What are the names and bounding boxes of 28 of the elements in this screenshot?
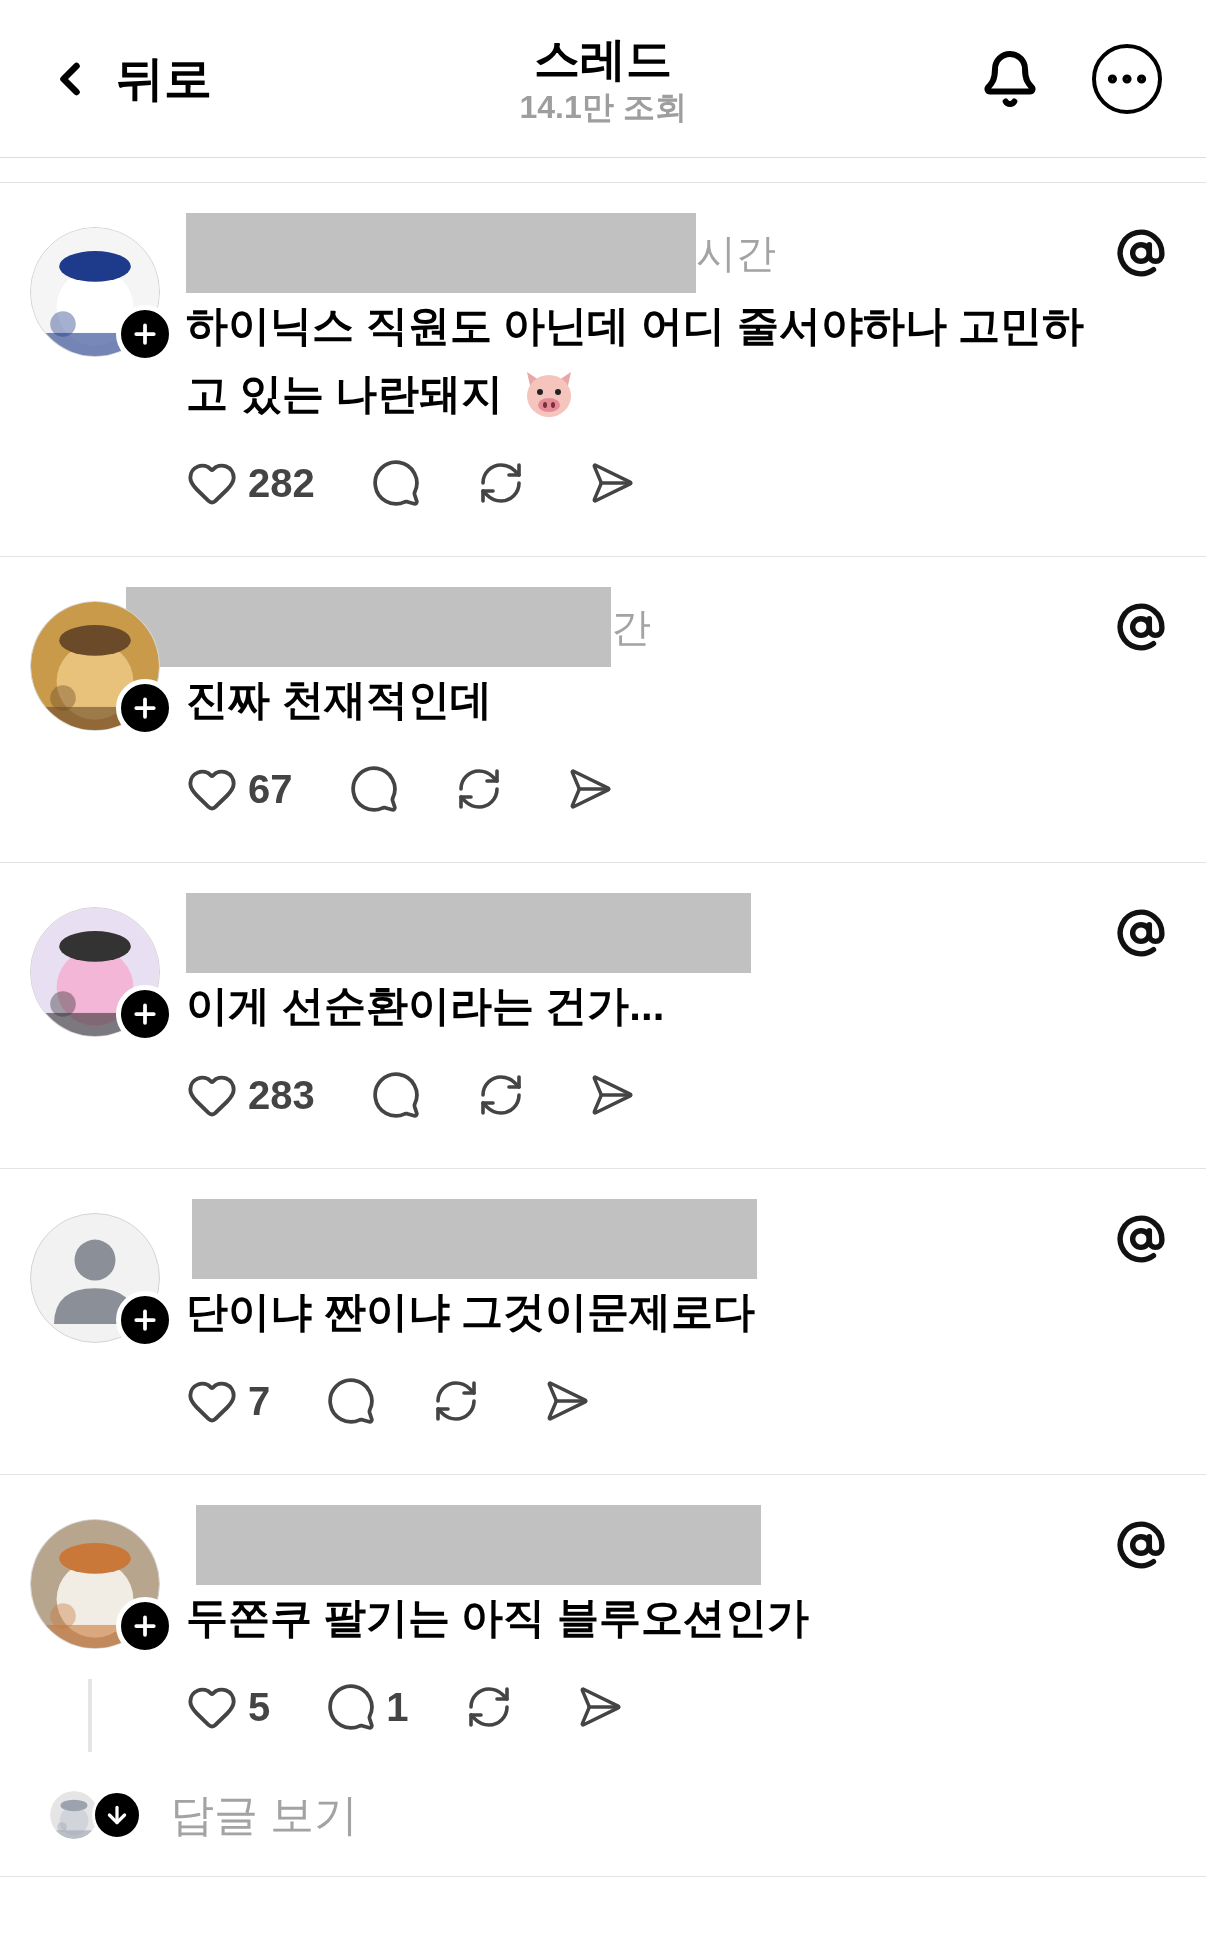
like-count: 282: [248, 460, 315, 507]
logo-icon[interactable]: [1116, 227, 1166, 278]
comment-icon[interactable]: [326, 1682, 377, 1732]
page-title: 스레드: [534, 31, 672, 87]
post-text: 단이냐 짠이냐 그것이문제로다: [186, 1287, 756, 1337]
post-text: 두쫀쿠 팔기는 아직 블루오션인가: [186, 1593, 809, 1643]
like-count: 283: [248, 1072, 315, 1119]
post-text: 이게 선순환이라는 건가...: [186, 981, 665, 1031]
back-button[interactable]: 뒤로: [44, 42, 344, 115]
comment-icon[interactable]: [370, 458, 421, 508]
logo-icon[interactable]: [1116, 1213, 1166, 1264]
like-count: 7: [248, 1378, 271, 1425]
comment-icon[interactable]: [326, 1376, 377, 1426]
logo-icon[interactable]: [1116, 1519, 1166, 1570]
comment-icon[interactable]: [348, 764, 399, 814]
comment-icon[interactable]: [370, 1070, 421, 1120]
reply-count: 1: [386, 1684, 409, 1731]
like-count: 67: [248, 766, 293, 813]
more-icon[interactable]: [1092, 43, 1162, 114]
like-count: 5: [248, 1684, 271, 1731]
post-text: 하이닉스 직원도 아닌데 어디 줄서야하나 고민하: [186, 301, 1085, 351]
logo-icon[interactable]: [1116, 601, 1166, 652]
post-text: 고 있는 나란돼지: [186, 369, 504, 419]
post-time: 시간: [696, 229, 776, 277]
post-time: 간: [611, 603, 651, 651]
logo-icon[interactable]: [1116, 907, 1166, 958]
post-text: 진짜 천재적인데: [186, 675, 492, 725]
view-count: 14.1만 조회: [519, 87, 687, 127]
